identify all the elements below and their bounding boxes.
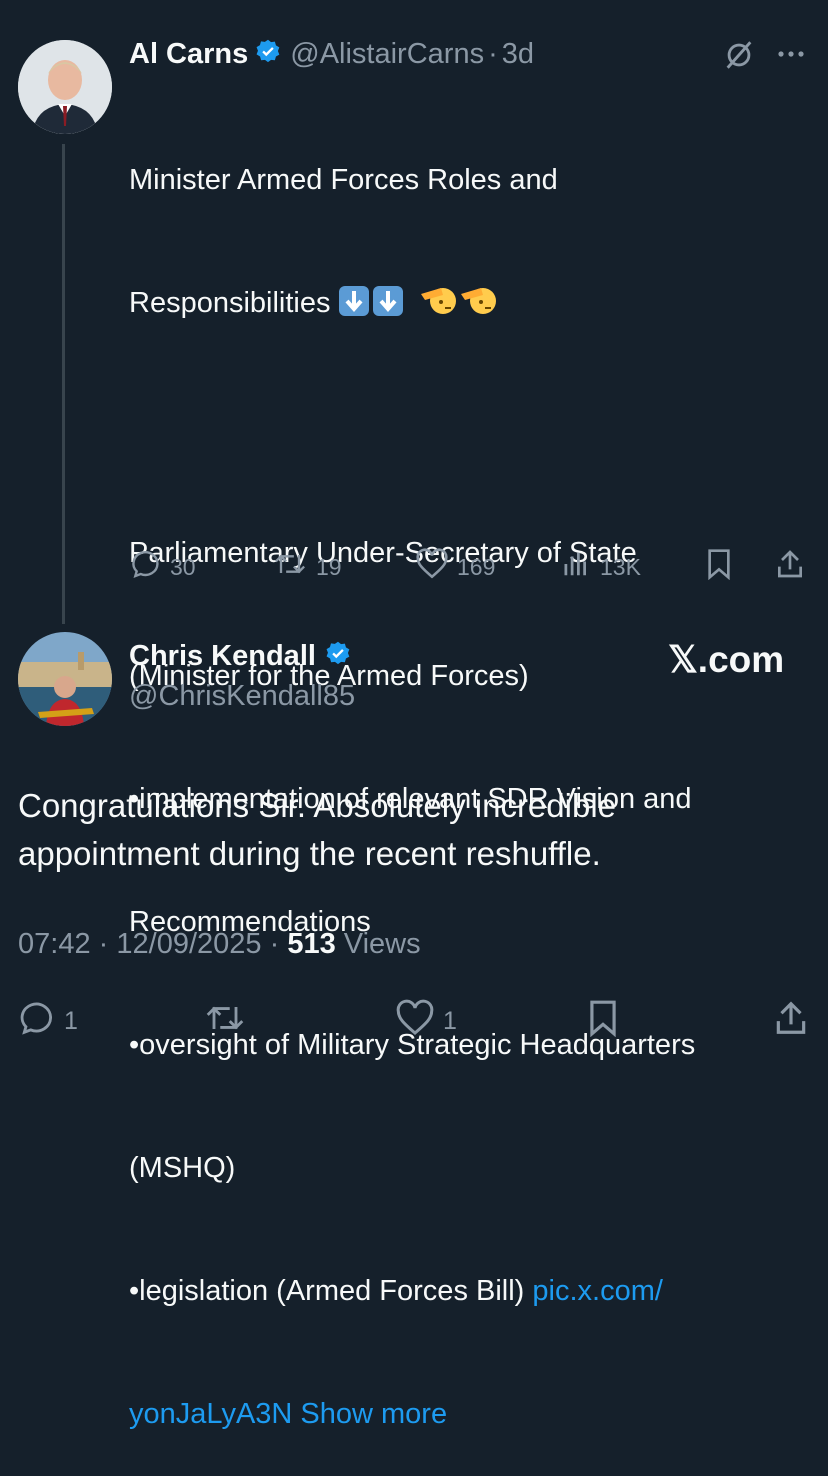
retweet-count: 19 (316, 553, 342, 580)
show-more-link[interactable]: Show more (300, 1398, 447, 1430)
retweet-icon (272, 548, 308, 586)
author-name[interactable]: Al Carns (129, 38, 248, 71)
tweet2-name-row: Chris Kendall (129, 640, 352, 673)
down-arrow-emoji-icon (338, 286, 369, 316)
reply-count: 1 (64, 1007, 78, 1035)
reply-button[interactable]: 30 (130, 548, 196, 586)
media-link-cont[interactable]: yonJaLyA3N (129, 1398, 292, 1430)
avatar-al-carns[interactable] (18, 40, 112, 134)
post-time[interactable]: 07:42 (18, 928, 91, 960)
retweet-button[interactable] (203, 999, 247, 1042)
tweet1-para-line: (MSHQ) (129, 1152, 236, 1184)
thread-connector-line (62, 144, 65, 624)
bookmark-icon[interactable] (586, 999, 620, 1042)
post-date[interactable]: 12/09/2025 (116, 928, 261, 960)
grok-icon[interactable] (722, 38, 756, 77)
views-count: 513 (287, 928, 336, 960)
tweet-time[interactable]: 3d (502, 38, 534, 71)
heart-icon (415, 548, 449, 586)
tweet1-header: Al Carns @AlistairCarns · 3d (129, 34, 534, 74)
share-icon[interactable] (774, 548, 806, 585)
tweet2-text-line: Congratulations Sir. Absolutely incredib… (18, 787, 617, 824)
author-handle[interactable]: @ChrisKendall85 (129, 680, 355, 713)
down-arrow-emoji-icon (372, 286, 403, 316)
tweet1-last-line: •legislation (Armed Forces Bill) (129, 1275, 533, 1307)
bookmark-icon[interactable] (704, 548, 734, 585)
author-handle[interactable]: @AlistairCarns (290, 38, 484, 71)
tweet2-body: Congratulations Sir. Absolutely incredib… (18, 782, 818, 878)
reply-count: 30 (170, 553, 196, 580)
retweet-button[interactable]: 19 (272, 548, 342, 586)
share-icon[interactable] (772, 999, 810, 1042)
tweet2-meta: 07:42 · 12/09/2025 · 513 Views (18, 928, 421, 961)
like-count: 1 (443, 1007, 457, 1035)
reply-icon (18, 999, 56, 1044)
reply-button[interactable]: 1 (18, 999, 78, 1044)
like-button[interactable]: 1 (395, 999, 457, 1044)
saluting-face-emoji-icon (459, 284, 499, 328)
author-name[interactable]: Chris Kendall (129, 640, 316, 673)
saluting-face-emoji-icon (419, 284, 459, 328)
header-separator: · (488, 37, 498, 70)
avatar-chris-kendall[interactable] (18, 632, 112, 726)
tweet1-line1: Minister Armed Forces Roles and (129, 164, 558, 196)
like-button[interactable]: 169 (415, 548, 495, 586)
meta-separator: · (98, 928, 109, 960)
verified-badge-icon (324, 640, 352, 673)
views-chart-icon (562, 548, 592, 586)
views-count: 13K (600, 553, 641, 580)
retweet-icon (203, 1006, 247, 1041)
like-count: 169 (457, 553, 496, 580)
x-com-logo: 𝕏.com (668, 639, 785, 680)
meta-separator: · (269, 928, 280, 960)
views-button[interactable]: 13K (562, 548, 641, 586)
tweet1-line2: Responsibilities (129, 287, 331, 319)
reply-icon (130, 548, 162, 586)
views-label: Views (343, 928, 421, 960)
tweet2-text-line: appointment during the recent reshuffle. (18, 835, 601, 872)
tweet1-line2-row: Responsibilities (129, 283, 819, 328)
tweet1-body: Minister Armed Forces Roles and Responsi… (129, 78, 819, 1476)
verified-badge-icon (254, 38, 282, 71)
media-link[interactable]: pic.x.com/ (532, 1275, 663, 1307)
more-options-icon[interactable] (774, 42, 808, 71)
heart-icon (395, 999, 435, 1044)
